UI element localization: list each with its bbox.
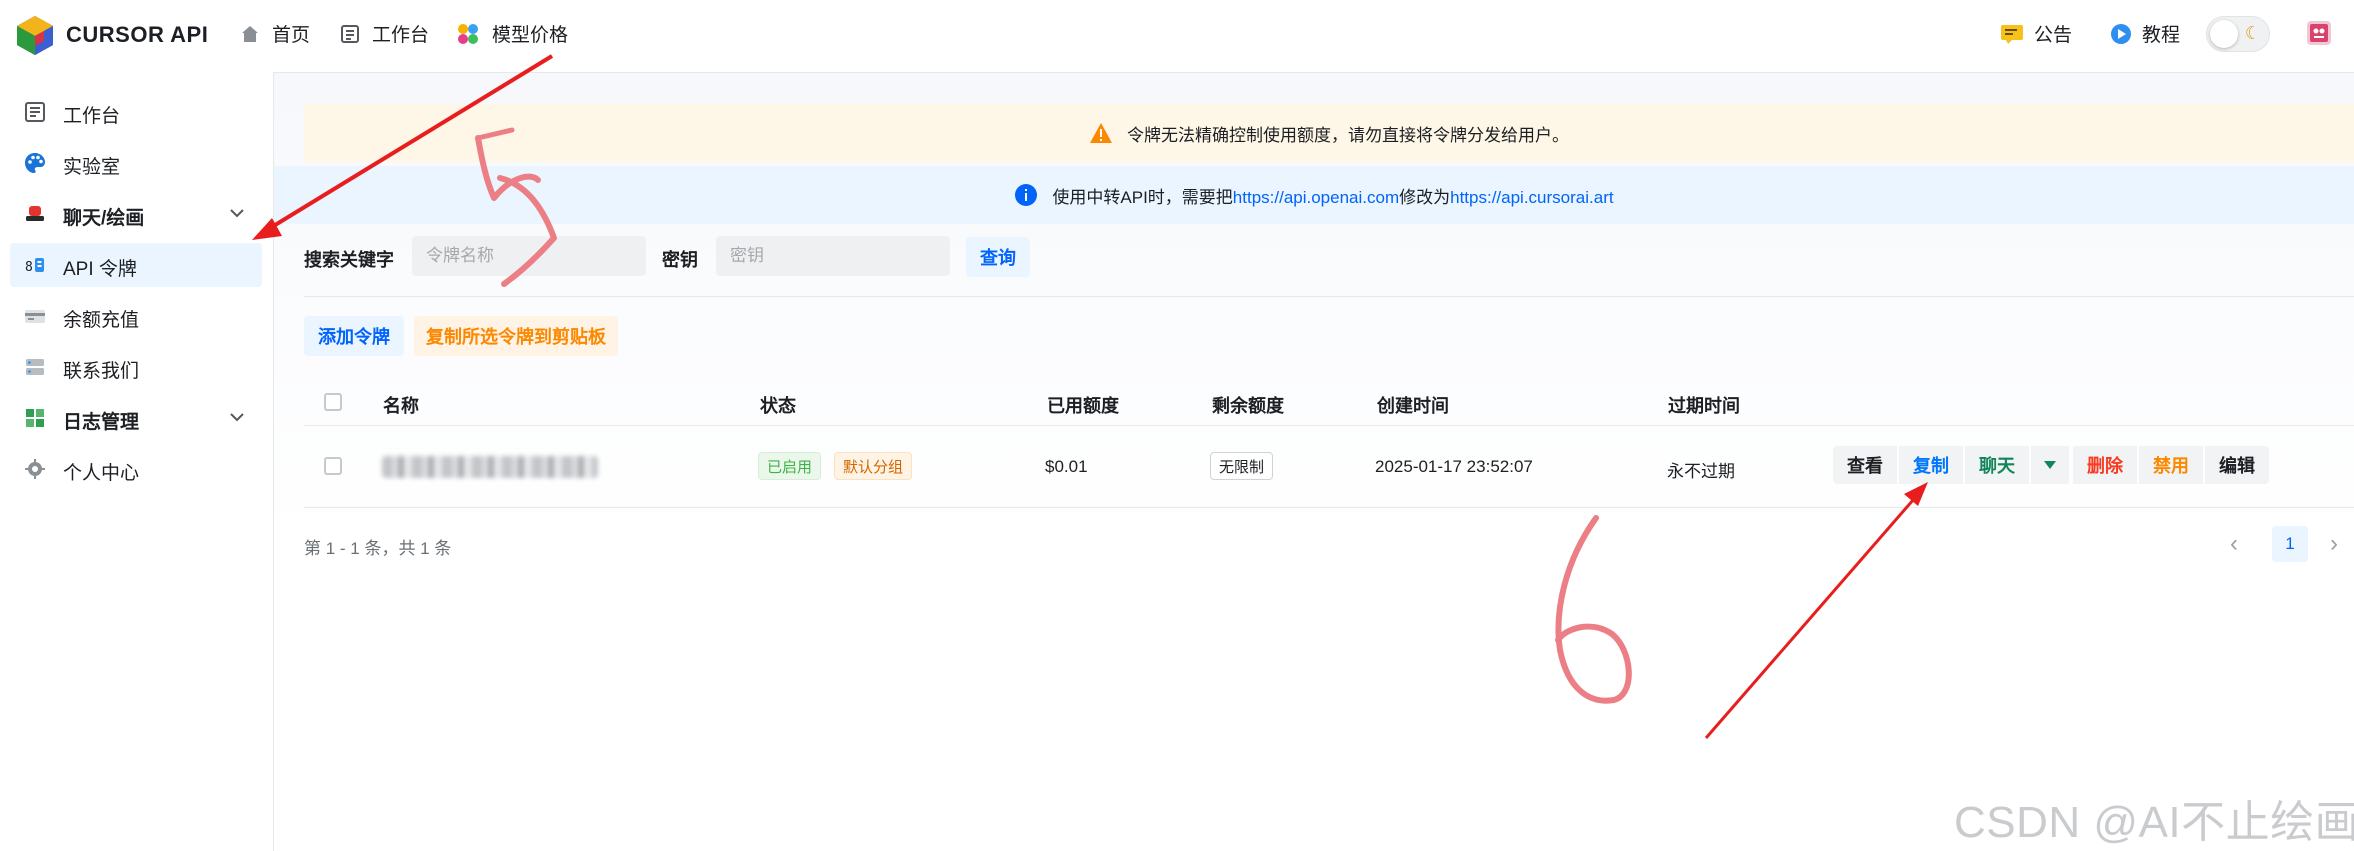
table-header-divider bbox=[304, 425, 2354, 426]
csdn-watermark: CSDN @AI不止绘画 bbox=[1954, 798, 2354, 847]
palette-dots-icon bbox=[458, 23, 478, 44]
nav-model-pricing[interactable]: 模型价格 bbox=[456, 20, 568, 47]
next-page-icon[interactable]: › bbox=[2330, 530, 2338, 558]
sidebar-item-label: 余额充值 bbox=[63, 310, 140, 331]
sidebar-item-label: API 令牌 bbox=[63, 259, 137, 280]
nav-dashboard-label: 工作台 bbox=[372, 25, 430, 46]
chat-icon bbox=[26, 206, 44, 221]
add-token-button[interactable]: 添加令牌 bbox=[304, 316, 404, 356]
nav-home-label: 首页 bbox=[272, 25, 311, 46]
credit-card-icon bbox=[25, 310, 45, 323]
column-header-name[interactable]: 名称 bbox=[383, 392, 419, 418]
chat-dropdown-button[interactable] bbox=[2031, 446, 2069, 484]
sidebar-item-profile[interactable]: 个人中心 bbox=[10, 447, 262, 491]
theme-toggle[interactable]: ☾ bbox=[2206, 16, 2270, 52]
warning-banner: 令牌无法精确控制使用额度，请勿直接将令牌分发给用户。 bbox=[304, 104, 2354, 162]
column-header-created-time[interactable]: 创建时间 bbox=[1377, 392, 1449, 418]
palette-icon bbox=[25, 153, 45, 173]
top-bar: CURSOR API 首页 工作台 模型价格 公告 教程 ☾ bbox=[0, 0, 2354, 73]
prev-page-icon[interactable]: ‹ bbox=[2230, 530, 2238, 558]
warning-icon bbox=[1090, 123, 1112, 143]
dashboard-icon bbox=[25, 102, 45, 122]
chevron-down-icon bbox=[230, 209, 244, 218]
user-avatar[interactable] bbox=[2306, 20, 2332, 46]
server-icon bbox=[26, 359, 44, 375]
sidebar-item-label: 工作台 bbox=[63, 106, 121, 127]
view-button[interactable]: 查看 bbox=[1833, 446, 1897, 484]
table-row-divider bbox=[304, 507, 2354, 508]
sidebar-item-recharge[interactable]: 余额充值 bbox=[10, 294, 262, 338]
chevron-down-icon bbox=[230, 413, 244, 422]
select-all-checkbox[interactable] bbox=[324, 393, 342, 411]
column-header-used-quota[interactable]: 已用额度 bbox=[1047, 392, 1119, 418]
sidebar-item-label: 日志管理 bbox=[63, 412, 140, 433]
delete-button[interactable]: 删除 bbox=[2073, 446, 2137, 484]
disable-button[interactable]: 禁用 bbox=[2139, 446, 2203, 484]
toggle-knob bbox=[2210, 20, 2238, 48]
play-icon bbox=[2111, 23, 2131, 44]
cursor-api-logo[interactable] bbox=[14, 14, 56, 56]
keyword-label: 搜索关键字 bbox=[304, 250, 394, 270]
sidebar-item-contact[interactable]: 联系我们 bbox=[10, 345, 262, 389]
brand-name[interactable]: CURSOR API bbox=[66, 22, 208, 48]
sidebar-item-label: 联系我们 bbox=[63, 361, 140, 382]
group-badge: 默认分组 bbox=[834, 452, 913, 480]
row-checkbox[interactable] bbox=[324, 457, 342, 475]
created-time-value: 2025-01-17 23:52:07 bbox=[1375, 457, 1533, 476]
info-text: 使用中转API时，需要把https://api.openai.com修改为htt… bbox=[1052, 183, 1613, 208]
status-badge: 已启用 bbox=[758, 452, 822, 480]
used-quota-value: $0.01 bbox=[1045, 457, 1088, 476]
nav-home[interactable]: 首页 bbox=[240, 20, 310, 47]
expiry-time-value: 永不过期 bbox=[1667, 462, 1735, 481]
info-banner: 使用中转API时，需要把https://api.openai.com修改为htt… bbox=[274, 166, 2354, 224]
moon-icon: ☾ bbox=[2244, 23, 2261, 43]
cursorai-url-link[interactable]: https://api.cursorai.art bbox=[1450, 188, 1613, 207]
grid-icon bbox=[26, 409, 44, 427]
secret-input[interactable] bbox=[716, 236, 950, 276]
announcement-label: 公告 bbox=[2034, 25, 2073, 46]
tutorial-label: 教程 bbox=[2142, 25, 2181, 46]
edit-button[interactable]: 编辑 bbox=[2205, 446, 2269, 484]
sidebar-item-label: 个人中心 bbox=[63, 463, 140, 484]
sidebar-item-lab[interactable]: 实验室 bbox=[10, 141, 262, 185]
column-header-remaining-quota[interactable]: 剩余额度 bbox=[1212, 392, 1284, 418]
announcement-button[interactable]: 公告 bbox=[2000, 20, 2072, 47]
page-number-button[interactable]: 1 bbox=[2272, 526, 2308, 562]
openai-url-link[interactable]: https://api.openai.com bbox=[1233, 188, 1399, 207]
sidebar-item-dashboard[interactable]: 工作台 bbox=[10, 90, 262, 134]
remaining-quota-badge: 无限制 bbox=[1210, 452, 1274, 480]
pagination-summary: 第 1 - 1 条，共 1 条 bbox=[304, 539, 452, 558]
token-name-input[interactable] bbox=[412, 236, 646, 276]
info-prefix: 使用中转API时，需要把 bbox=[1052, 187, 1233, 207]
sidebar-group-log-management[interactable]: 日志管理 bbox=[10, 396, 262, 440]
copy-selected-tokens-button[interactable]: 复制所选令牌到剪贴板 bbox=[414, 316, 618, 356]
caret-down-icon bbox=[2044, 461, 2056, 469]
sidebar: 工作台 实验室 聊天/绘画 8 API 令牌 余额充值 联系我们 日志管理 个人… bbox=[0, 72, 274, 851]
announcement-icon bbox=[2001, 24, 2023, 44]
sidebar-item-label: 聊天/绘画 bbox=[63, 208, 145, 229]
svg-text:8: 8 bbox=[25, 260, 33, 275]
column-header-status[interactable]: 状态 bbox=[760, 392, 796, 418]
blurred-token-name bbox=[382, 456, 598, 478]
gear-icon bbox=[25, 459, 45, 479]
home-icon bbox=[242, 25, 258, 42]
chat-button[interactable]: 聊天 bbox=[1965, 446, 2029, 484]
nav-model-pricing-label: 模型价格 bbox=[492, 25, 569, 46]
nav-dashboard[interactable]: 工作台 bbox=[340, 20, 429, 47]
warning-text: 令牌无法精确控制使用额度，请勿直接将令牌分发给用户。 bbox=[1127, 125, 1569, 145]
dashboard-icon bbox=[341, 24, 359, 43]
info-icon bbox=[1015, 184, 1038, 206]
secret-label: 密钥 bbox=[662, 250, 698, 270]
key-icon: 8 bbox=[25, 258, 44, 275]
query-button[interactable]: 查询 bbox=[966, 237, 1030, 277]
section-divider bbox=[304, 296, 2354, 297]
sidebar-item-label: 实验室 bbox=[63, 157, 121, 178]
copy-button[interactable]: 复制 bbox=[1899, 446, 1963, 484]
column-header-expiry-time[interactable]: 过期时间 bbox=[1668, 392, 1740, 418]
sidebar-group-chat-drawing[interactable]: 聊天/绘画 bbox=[10, 192, 262, 236]
tutorial-button[interactable]: 教程 bbox=[2110, 20, 2180, 47]
sidebar-item-api-token[interactable]: 8 API 令牌 bbox=[10, 243, 262, 287]
info-middle: 修改为 bbox=[1399, 187, 1451, 207]
